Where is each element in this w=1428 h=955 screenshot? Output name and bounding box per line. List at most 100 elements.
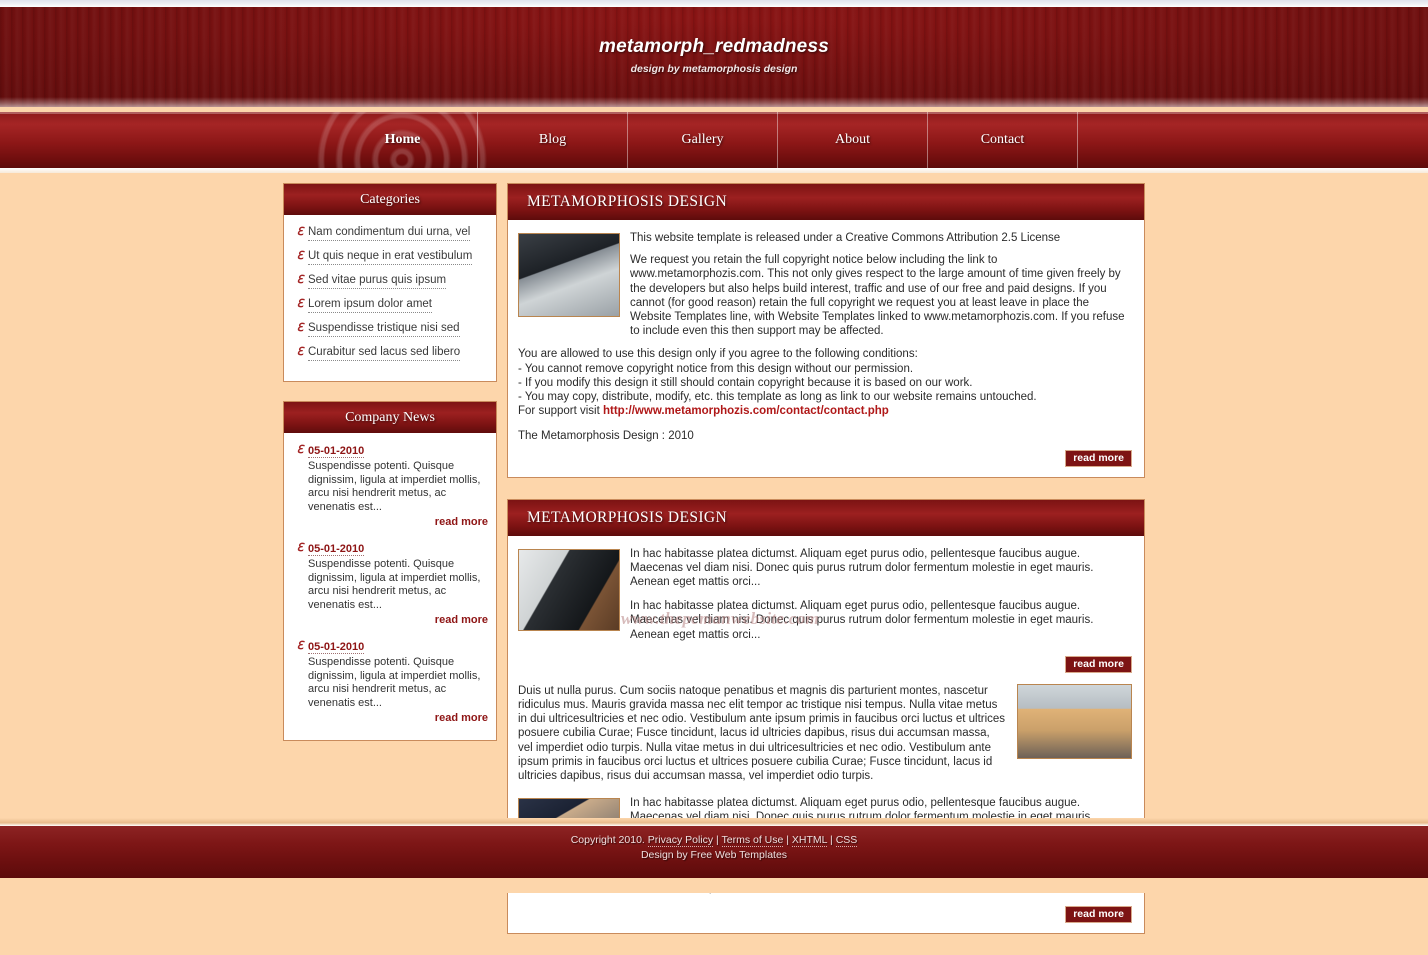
nav-list: Home Blog Gallery About Contact bbox=[0, 112, 1428, 168]
flourish-bullet-icon: ℇ bbox=[296, 322, 304, 334]
meeting-row: Duis ut nulla purus. Cum sociis natoque … bbox=[518, 683, 1132, 783]
company-news-panel: Company News ℇ 05-01-2010 Suspendisse po… bbox=[283, 401, 497, 741]
news-content: 05-01-2010 Suspendisse potenti. Quisque … bbox=[308, 541, 488, 626]
footer-sep-3: | bbox=[827, 834, 836, 846]
flourish-bullet-icon: ℇ bbox=[296, 226, 304, 238]
article-intro-text: This website template is released under … bbox=[630, 231, 1132, 338]
content-area: Categories ℇ Nam condimentum dui urna, v… bbox=[0, 173, 1428, 934]
paragraph-1: In hac habitasse platea dictumst. Aliqua… bbox=[630, 547, 1094, 589]
news-date-link[interactable]: 05-01-2010 bbox=[308, 543, 365, 556]
signature-line: The Metamorphosis Design : 2010 bbox=[518, 430, 694, 443]
nav-left-spacer bbox=[0, 112, 328, 168]
read-more-button[interactable]: read more bbox=[1065, 655, 1132, 673]
support-line: For support visit http://www.metamorphoz… bbox=[518, 404, 1132, 418]
news-date-link[interactable]: 05-01-2010 bbox=[308, 641, 365, 654]
paragraph-3: Duis ut nulla purus. Cum sociis natoque … bbox=[518, 684, 1006, 783]
list-item: ℇ 05-01-2010 Suspendisse potenti. Quisqu… bbox=[292, 541, 488, 626]
support-link[interactable]: http://www.metamorphozis.com/contact/con… bbox=[603, 405, 889, 417]
footer-link-xhtml[interactable]: XHTML bbox=[791, 834, 828, 847]
news-content: 05-01-2010 Suspendisse potenti. Quisque … bbox=[308, 639, 488, 724]
category-link[interactable]: Suspendisse tristique nisi sed bbox=[308, 321, 460, 337]
nav-item-about[interactable]: About bbox=[778, 112, 928, 168]
article-intro-row: This website template is released under … bbox=[518, 231, 1132, 338]
list-item[interactable]: ℇ Suspendisse tristique nisi sed bbox=[292, 321, 488, 337]
read-more-wrap: read more bbox=[630, 655, 1132, 673]
computer-desk-photo bbox=[518, 233, 620, 317]
flourish-bullet-icon: ℇ bbox=[296, 444, 304, 456]
flourish-bullet-icon: ℇ bbox=[296, 250, 304, 262]
article-heading: METAMORPHOSIS DESIGN bbox=[508, 184, 1144, 220]
news-read-more-link[interactable]: read more bbox=[308, 712, 488, 724]
read-more-wrap: read more bbox=[518, 449, 1132, 467]
company-news-title: Company News bbox=[284, 402, 496, 433]
footer-design-by: Design by Free Web Templates bbox=[640, 849, 788, 861]
category-link[interactable]: Ut quis neque in erat vestibulum bbox=[308, 249, 473, 265]
list-item[interactable]: ℇ Lorem ipsum dolor amet bbox=[292, 297, 488, 313]
list-item: ℇ 05-01-2010 Suspendisse potenti. Quisqu… bbox=[292, 443, 488, 528]
flourish-bullet-icon: ℇ bbox=[296, 542, 304, 554]
site-title: metamorph_redmadness bbox=[599, 36, 829, 57]
copyright-notice: We request you retain the full copyright… bbox=[630, 254, 1125, 338]
categories-list: ℇ Nam condimentum dui urna, vel ℇ Ut qui… bbox=[292, 225, 488, 361]
company-news-body: ℇ 05-01-2010 Suspendisse potenti. Quisqu… bbox=[284, 433, 496, 740]
flourish-bullet-icon: ℇ bbox=[296, 346, 304, 358]
flourish-bullet-icon: ℇ bbox=[296, 298, 304, 310]
page-root: metamorph_redmadness design by metamorph… bbox=[0, 0, 1428, 934]
flourish-bullet-icon: ℇ bbox=[296, 274, 304, 286]
list-item[interactable]: ℇ Curabitur sed lacus sed libero bbox=[292, 345, 488, 361]
read-more-button[interactable]: read more bbox=[1065, 449, 1132, 467]
condition-3: - You may copy, distribute, modify, etc.… bbox=[518, 391, 1037, 404]
condition-2: - If you modify this design it still sho… bbox=[518, 376, 973, 389]
read-more-wrap: read more bbox=[518, 905, 1132, 923]
news-date-link[interactable]: 05-01-2010 bbox=[308, 445, 365, 458]
categories-title: Categories bbox=[284, 184, 496, 215]
category-link[interactable]: Nam condimentum dui urna, vel bbox=[308, 225, 471, 241]
footer-copyright: Copyright 2010. bbox=[570, 834, 648, 846]
article-heading: METAMORPHOSIS DESIGN bbox=[508, 499, 1144, 536]
news-excerpt: Suspendisse potenti. Quisque dignissim, … bbox=[308, 558, 481, 611]
footer-sep-2: | bbox=[783, 834, 792, 846]
monitor-photo bbox=[518, 548, 620, 631]
list-item: ℇ 05-01-2010 Suspendisse potenti. Quisqu… bbox=[292, 639, 488, 724]
article-body: This website template is released under … bbox=[508, 220, 1144, 477]
footer-separator bbox=[0, 818, 1428, 826]
footer-link-terms[interactable]: Terms of Use bbox=[721, 834, 784, 847]
news-excerpt: Suspendisse potenti. Quisque dignissim, … bbox=[308, 656, 481, 709]
site-footer: Copyright 2010. Privacy Policy | Terms o… bbox=[0, 826, 1428, 878]
news-excerpt: Suspendisse potenti. Quisque dignissim, … bbox=[308, 460, 481, 513]
sidebar: Categories ℇ Nam condimentum dui urna, v… bbox=[283, 183, 497, 760]
top-browser-strip bbox=[0, 0, 1428, 7]
news-read-more-link[interactable]: read more bbox=[308, 614, 488, 626]
categories-panel: Categories ℇ Nam condimentum dui urna, v… bbox=[283, 183, 497, 382]
flourish-bullet-icon: ℇ bbox=[296, 640, 304, 652]
footer-link-css[interactable]: CSS bbox=[835, 834, 858, 847]
footer-link-privacy[interactable]: Privacy Policy bbox=[647, 834, 714, 847]
read-more-button[interactable]: read more bbox=[1065, 905, 1132, 923]
support-label: For support visit bbox=[518, 405, 603, 418]
category-link[interactable]: Sed vitae purus quis ipsum bbox=[308, 273, 447, 289]
nav-item-home[interactable]: Home bbox=[328, 112, 478, 168]
nav-item-contact[interactable]: Contact bbox=[928, 112, 1078, 168]
news-content: 05-01-2010 Suspendisse potenti. Quisque … bbox=[308, 443, 488, 528]
condition-1: - You cannot remove copyright notice fro… bbox=[518, 362, 914, 375]
conditions-intro: You are allowed to use this design only … bbox=[518, 348, 918, 361]
footer-bottom-fill bbox=[0, 878, 1428, 893]
list-item[interactable]: ℇ Ut quis neque in erat vestibulum bbox=[292, 249, 488, 265]
license-line: This website template is released under … bbox=[630, 232, 1061, 244]
category-link[interactable]: Curabitur sed lacus sed libero bbox=[308, 345, 461, 361]
list-item[interactable]: ℇ Nam condimentum dui urna, vel bbox=[292, 225, 488, 241]
list-item[interactable]: ℇ Sed vitae purus quis ipsum bbox=[292, 273, 488, 289]
news-read-more-link[interactable]: read more bbox=[308, 516, 488, 528]
nav-item-blog[interactable]: Blog bbox=[478, 112, 628, 168]
main-navigation-bar: Home Blog Gallery About Contact bbox=[0, 112, 1428, 168]
monitor-row: In hac habitasse platea dictumst. Aliqua… bbox=[518, 547, 1132, 673]
categories-body: ℇ Nam condimentum dui urna, vel ℇ Ut qui… bbox=[284, 215, 496, 381]
site-masthead: metamorph_redmadness design by metamorph… bbox=[0, 7, 1428, 107]
meeting-room-photo bbox=[1017, 683, 1132, 759]
footer-links-line: Copyright 2010. Privacy Policy | Terms o… bbox=[0, 826, 1428, 847]
site-subtitle: design by metamorphosis design bbox=[630, 63, 798, 75]
monitor-row-text: In hac habitasse platea dictumst. Aliqua… bbox=[630, 547, 1132, 673]
nav-item-gallery[interactable]: Gallery bbox=[628, 112, 778, 168]
paragraph-2: In hac habitasse platea dictumst. Aliqua… bbox=[630, 600, 1094, 641]
category-link[interactable]: Lorem ipsum dolor amet bbox=[308, 297, 432, 313]
